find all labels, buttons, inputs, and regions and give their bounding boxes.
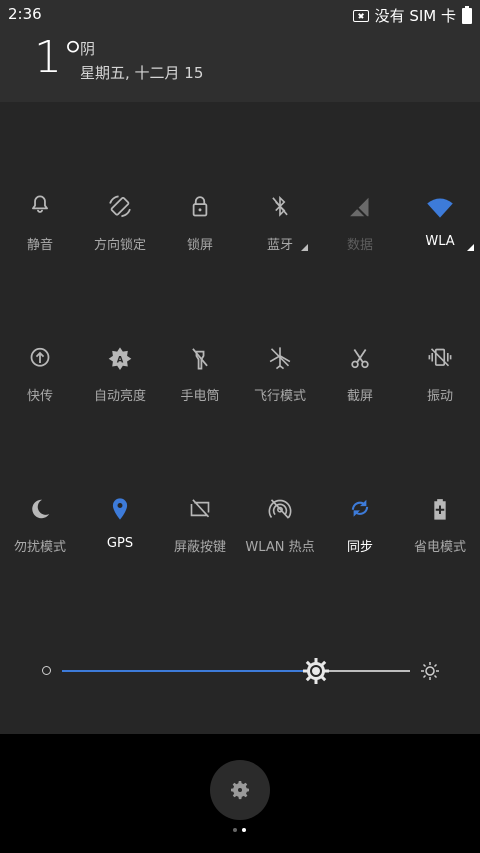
page-indicator [233, 828, 246, 832]
tile-location[interactable]: GPS [80, 492, 160, 562]
tile-label: 勿扰模式 [13, 540, 66, 555]
tile-label: WLAN 热点 [245, 540, 315, 555]
tile-label: 数据 [346, 238, 373, 253]
auto-brightness-icon: A [108, 347, 132, 371]
weather-condition: 阴 [80, 40, 96, 58]
page-dot-active [242, 828, 246, 832]
tile-label: 自动亮度 [93, 389, 146, 404]
location-icon [112, 498, 128, 520]
sim-status-text: 没有 SIM 卡 [374, 7, 456, 25]
tile-label: 静音 [26, 238, 53, 253]
keys-off-icon [190, 499, 210, 518]
dropdown-triangle-icon[interactable] [301, 244, 308, 251]
tile-wifi[interactable]: WLA [400, 190, 480, 260]
tile-flashlight[interactable]: 手电筒 [160, 341, 240, 411]
footer [0, 734, 480, 853]
tile-label: 屏蔽按键 [173, 540, 226, 555]
gear-icon [231, 781, 249, 800]
brightness-slider[interactable] [0, 655, 480, 687]
signal-off-icon [350, 197, 369, 219]
tile-label: 振动 [426, 389, 453, 404]
weather-date: 星期五, 十二月 15 [80, 64, 204, 82]
lock-icon [192, 196, 208, 217]
weather-temperature: 1° [34, 32, 84, 83]
tile-battery-saver[interactable]: 省电模式 [400, 492, 480, 562]
brightness-fill [62, 670, 317, 672]
status-right: 没有 SIM 卡 [352, 5, 472, 26]
tile-airplane-off[interactable]: 飞行模式 [240, 341, 320, 411]
bluetooth-off-icon [272, 195, 288, 217]
battery-icon [462, 5, 472, 24]
tile-label: GPS [106, 536, 134, 551]
tile-keys-off[interactable]: 屏蔽按键 [160, 492, 240, 562]
dropdown-triangle-icon[interactable] [467, 244, 474, 251]
moon-icon [32, 499, 50, 519]
bell-icon [32, 195, 48, 213]
tile-label: 同步 [346, 540, 373, 555]
no-sim-icon [352, 9, 369, 22]
sync-icon [351, 499, 369, 517]
tile-label: 手电筒 [180, 389, 220, 404]
tile-bell[interactable]: 静音 [0, 190, 80, 260]
brightness-thumb[interactable] [301, 656, 331, 686]
flashlight-icon [192, 348, 208, 370]
tile-lock[interactable]: 锁屏 [160, 190, 240, 260]
rotate-icon [109, 195, 131, 218]
tile-label: 截屏 [346, 389, 373, 404]
tile-quick-share[interactable]: 快传 [0, 341, 80, 411]
brightness-low-icon [42, 666, 51, 675]
hotspot-off-icon [268, 499, 292, 519]
tile-hotspot-off[interactable]: WLAN 热点 [240, 492, 320, 562]
tile-label: 方向锁定 [93, 238, 146, 253]
vibrate-off-icon [428, 348, 452, 367]
tile-scissors[interactable]: 截屏 [320, 341, 400, 411]
weather-header[interactable]: 1° 阴 星期五, 十二月 15 [0, 28, 480, 102]
svg-text:A: A [117, 355, 124, 365]
tile-label: 快传 [26, 389, 53, 404]
tile-signal-off[interactable]: 数据 [320, 190, 400, 260]
quick-settings-panel: 静音 方向锁定 锁屏 蓝牙 数据 WLA 快传 A 自动亮度 手电筒 飞行模式 截屏 振动勿扰模式 GPS… [0, 102, 480, 734]
tile-rotate[interactable]: 方向锁定 [80, 190, 160, 260]
page-dot [233, 828, 237, 832]
status-bar: 2:36 没有 SIM 卡 [0, 0, 480, 28]
status-time: 2:36 [8, 5, 42, 23]
tile-sync[interactable]: 同步 [320, 492, 400, 562]
tile-bluetooth-off[interactable]: 蓝牙 [240, 190, 320, 260]
battery-saver-icon [434, 499, 446, 520]
wifi-icon [427, 198, 453, 218]
brightness-high-icon [421, 662, 439, 680]
quick-share-icon [30, 347, 50, 367]
tile-vibrate-off[interactable]: 振动 [400, 341, 480, 411]
settings-button[interactable] [210, 760, 270, 820]
tile-label: 锁屏 [186, 238, 213, 253]
tile-auto-brightness[interactable]: A 自动亮度 [80, 341, 160, 411]
scissors-icon [351, 349, 369, 369]
tile-moon[interactable]: 勿扰模式 [0, 492, 80, 562]
tile-label: 省电模式 [413, 540, 466, 555]
tile-label: 飞行模式 [253, 389, 306, 404]
airplane-off-icon [269, 347, 291, 370]
tile-label: 蓝牙 [266, 238, 293, 253]
